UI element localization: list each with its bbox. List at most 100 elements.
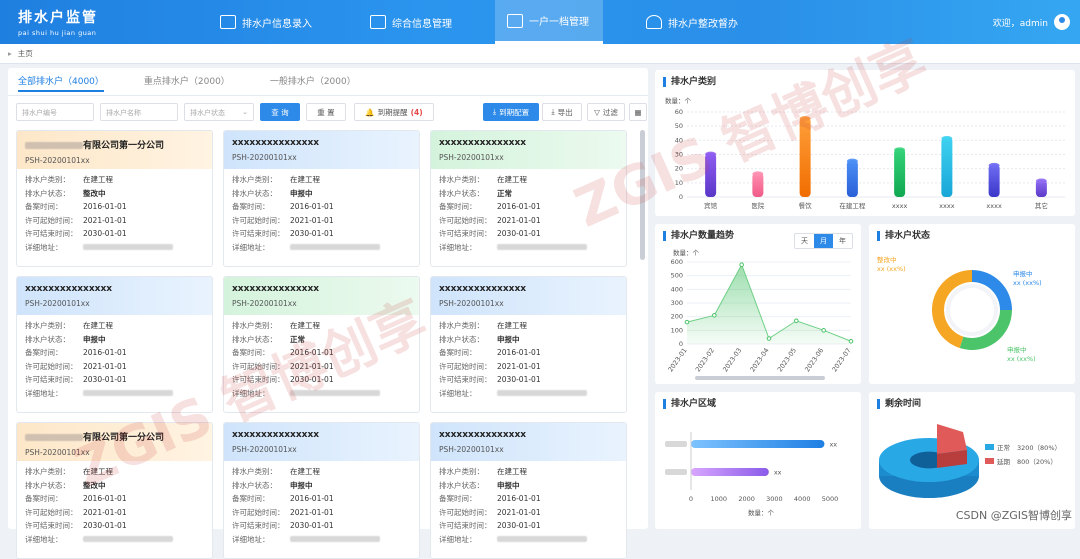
x-tick-label: 2023-06 <box>803 347 825 374</box>
user-menu[interactable]: 欢迎，admin <box>993 14 1070 30</box>
filter-button[interactable]: ▽ 过滤 <box>587 103 625 121</box>
bar <box>691 440 825 448</box>
redacted-address <box>290 390 380 397</box>
card-title: xxxxxxxxxxxxxxx <box>232 430 411 440</box>
card-body: 排水户类别： 在建工程 排水户状态： 申报中 备案时间： 2016-01-01 许可起始时间… <box>431 461 626 550</box>
household-card[interactable]: xxxxxxxxxxxxxxx PSH-20200101xx 排水户类别： 在建工程排… <box>16 276 213 413</box>
card-title: xxxxxxxxxxxxxxx <box>25 284 204 294</box>
card-header: 有限公司第一分公司 PSH-20200101xx <box>17 131 212 169</box>
stamp-icon <box>646 15 662 29</box>
x-tick-label: 5000 <box>822 495 839 503</box>
field-label: 详细地址： <box>439 242 477 252</box>
nav-one-file-management[interactable]: 一户一档管理 <box>495 0 603 44</box>
bar <box>705 153 717 197</box>
export-button[interactable]: ⤓ 导出 <box>542 103 582 121</box>
field-label: 排水户状态： <box>439 188 484 198</box>
household-card[interactable]: xxxxxxxxxxxxxxx PSH-20200101xx 排水户类别： 在建工程排… <box>430 276 627 413</box>
field-label: 排水户类别： <box>439 467 484 477</box>
field-label: 许可起始时间： <box>25 361 78 371</box>
y-tick-label: 40 <box>675 136 683 144</box>
field-value: 2016-01-01 <box>83 494 127 504</box>
breadcrumb-home[interactable]: 主页 <box>18 48 33 59</box>
household-card[interactable]: 有限公司第一分公司 PSH-20200101xx 排水户类别： 在建工程 排水户状态： 整… <box>16 130 213 267</box>
field-value: 2030-01-01 <box>83 229 127 239</box>
scrollbar[interactable] <box>640 130 645 260</box>
nav-rectification[interactable]: 排水户整改督办 <box>646 0 738 44</box>
config-label: 到期配置 <box>499 107 530 117</box>
card-body: 排水户类别： 在建工程 排水户状态： 申报中 备案时间： 2016-01-01 许可起始时间… <box>431 315 626 404</box>
field-label: 许可结束时间： <box>439 229 492 239</box>
field-value: 申报中 <box>497 480 520 490</box>
nav-info-management[interactable]: 综合信息管理 <box>370 0 452 44</box>
field-value: 整改中 <box>83 188 106 198</box>
card-header: xxxxxxxxxxxxxxx PSH-20200101xx <box>431 423 626 461</box>
status-select[interactable]: 排水户状态 ⌄ <box>184 103 254 121</box>
bar-cap <box>752 171 764 177</box>
expiry-config-button[interactable]: ⤓ 到期配置 <box>483 103 539 121</box>
household-card[interactable]: xxxxxxxxxxxxxxx PSH-20200101xx 排水户类别： 在建工程排… <box>223 130 420 267</box>
card-field: 排水户类别： 在建工程 <box>232 465 411 479</box>
field-value: 在建工程 <box>83 321 113 331</box>
field-label: 详细地址： <box>232 388 270 398</box>
card-title: xxxxxxxxxxxxxxx <box>439 284 618 294</box>
household-card[interactable]: xxxxxxxxxxxxxxx PSH-20200101xx 排水户类别： 在建工程排… <box>223 276 420 413</box>
card-field: 详细地址： <box>232 241 411 255</box>
card-title-text: xxxxxxxxxxxxxxx <box>439 284 527 294</box>
expiry-reminder-button[interactable]: 🔔 到期提醒 (4) <box>354 103 434 121</box>
data-point <box>712 313 717 318</box>
household-card[interactable]: xxxxxxxxxxxxxxx PSH-20200101xx 排水户类别： 在建工程排… <box>430 422 627 559</box>
tab-general[interactable]: 一般排水户（2000） <box>270 74 356 92</box>
x-tick-label: 医院 <box>751 201 765 210</box>
card-field: 备案时间： 2016-01-01 <box>439 492 618 506</box>
reset-button[interactable]: 重 置 <box>306 103 346 121</box>
y-tick-label: 500 <box>671 272 683 280</box>
home-icon: ▸ <box>8 49 12 58</box>
card-field: 许可起始时间： 2021-01-01 <box>25 360 204 374</box>
redacted-region-label <box>665 469 687 475</box>
redacted-address <box>290 244 380 251</box>
funnel-icon: ▽ <box>594 107 600 117</box>
field-value: 正常 <box>290 334 305 344</box>
y-tick-label: 600 <box>671 258 683 266</box>
chevron-down-icon: ⌄ <box>242 108 248 116</box>
card-field: 详细地址： <box>439 387 618 401</box>
search-button[interactable]: 查 询 <box>260 103 300 121</box>
card-field: 排水户状态： 申报中 <box>232 479 411 493</box>
chart-icon <box>370 15 386 29</box>
filter-label: 过滤 <box>602 107 618 117</box>
code-input[interactable]: 排水户编号 <box>16 103 94 121</box>
name-input[interactable]: 排水户名称 <box>100 103 178 121</box>
card-code: PSH-20200101xx <box>439 299 504 308</box>
household-card[interactable]: xxxxxxxxxxxxxxx PSH-20200101xx 排水户类别： 在建工程排… <box>223 422 420 559</box>
x-tick-label: 1000 <box>711 495 728 503</box>
card-field: 排水户状态： 整改中 <box>25 187 204 201</box>
card-code: PSH-20200101xx <box>232 445 297 454</box>
bell-icon: 🔔 <box>365 107 375 117</box>
tab-key[interactable]: 重点排水户（2000） <box>144 74 230 92</box>
donut-slice <box>932 270 972 349</box>
field-value: 在建工程 <box>83 467 113 477</box>
card-field: 备案时间： 2016-01-01 <box>232 200 411 214</box>
card-field: 排水户状态： 整改中 <box>25 479 204 493</box>
x-tick-label: 其它 <box>1035 201 1048 210</box>
x-tick-label: 0 <box>689 495 693 503</box>
field-value: 申报中 <box>290 480 313 490</box>
card-field: 备案时间： 2016-01-01 <box>25 200 204 214</box>
field-label: 许可起始时间： <box>25 215 78 225</box>
field-label: 备案时间： <box>232 202 270 212</box>
bar <box>691 468 769 476</box>
card-field: 备案时间： 2016-01-01 <box>25 346 204 360</box>
household-card[interactable]: xxxxxxxxxxxxxxx PSH-20200101xx 排水户类别： 在建工程排… <box>430 130 627 267</box>
x-tick-label: xxxx <box>892 202 908 210</box>
card-field: 许可起始时间： 2021-01-01 <box>439 506 618 520</box>
legend-name: 正常 <box>997 443 1010 452</box>
legend-value: 800（20%） <box>1017 458 1057 466</box>
legend-swatch <box>985 444 994 450</box>
field-label: 备案时间： <box>439 494 477 504</box>
card-title-text: xxxxxxxxxxxxxxx <box>439 138 527 148</box>
nav-info-entry[interactable]: 排水户信息录入 <box>220 0 312 44</box>
tab-all[interactable]: 全部排水户（4000） <box>18 74 104 92</box>
household-card[interactable]: 有限公司第一分公司 PSH-20200101xx 排水户类别： 在建工程 排水户状态： 整… <box>16 422 213 559</box>
card-field: 许可起始时间： 2021-01-01 <box>25 506 204 520</box>
grid-view-button[interactable]: ▦ <box>629 103 647 121</box>
